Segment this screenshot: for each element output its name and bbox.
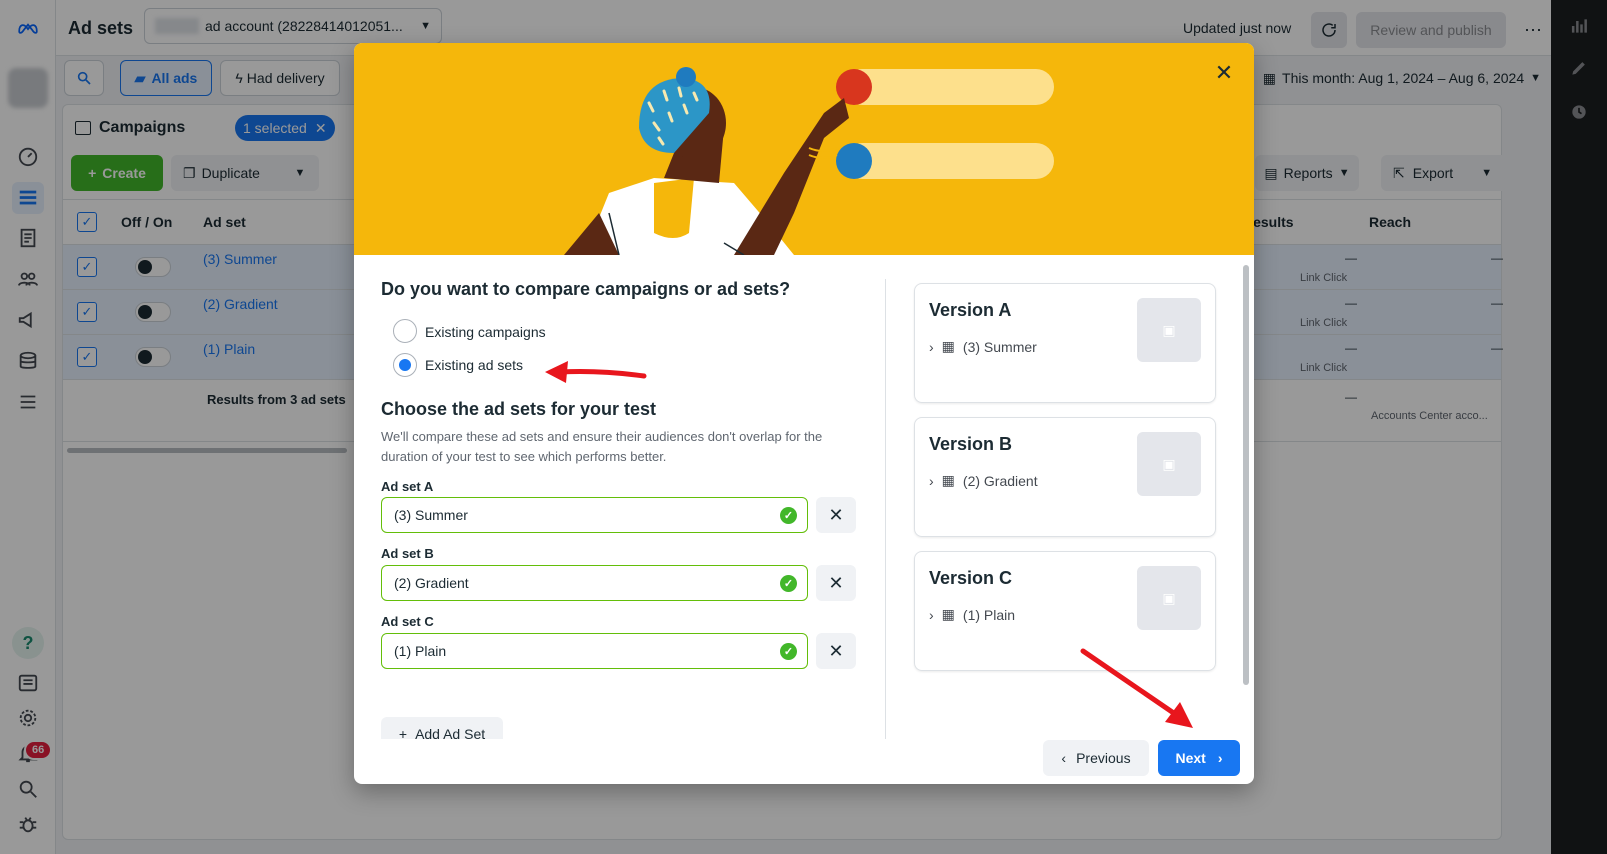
chevron-right-icon[interactable]: ›	[929, 339, 934, 355]
version-c-item-label: (1) Plain	[962, 606, 1016, 623]
chevron-right-icon[interactable]: ›	[929, 473, 934, 489]
existing-ad-sets-label[interactable]: Existing ad sets	[425, 357, 523, 373]
remove-ad-set-b-button[interactable]: ✕	[816, 565, 856, 601]
ad-set-b-field[interactable]: (2) Gradient ✓	[381, 565, 808, 601]
chevron-right-icon[interactable]: ›	[929, 607, 934, 623]
plus-icon: +	[398, 726, 408, 739]
version-b-item[interactable]: › ▦ (2) Gradient	[929, 472, 1038, 489]
comparison-illustration	[564, 67, 1054, 255]
version-c-card: Version C › ▦ (1) Plain ▣	[914, 551, 1216, 671]
section-divider	[885, 279, 886, 739]
chevron-left-icon: ‹	[1061, 750, 1067, 766]
close-modal-icon[interactable]: ✕	[1208, 57, 1240, 89]
radio-existing-campaigns[interactable]	[393, 319, 417, 343]
remove-ad-set-a-button[interactable]: ✕	[816, 497, 856, 533]
ab-test-modal: ✕ Do you want to compare campaigns or ad…	[354, 43, 1254, 784]
ad-set-c-label: Ad set C	[381, 614, 434, 629]
choose-ad-sets-heading: Choose the ad sets for your test	[381, 399, 657, 419]
version-a-item[interactable]: › ▦ (3) Summer	[929, 338, 1037, 355]
ad-set-a-value: (3) Summer	[394, 507, 468, 523]
ad-set-b-label: Ad set B	[381, 546, 434, 561]
ad-set-grid-icon: ▦	[941, 606, 955, 622]
image-placeholder-icon: ▣	[1137, 298, 1201, 362]
remove-ad-set-c-button[interactable]: ✕	[816, 633, 856, 669]
ad-set-a-field[interactable]: (3) Summer ✓	[381, 497, 808, 533]
version-b-card: Version B › ▦ (2) Gradient ▣	[914, 417, 1216, 537]
next-label: Next	[1175, 750, 1206, 766]
version-a-card: Version A › ▦ (3) Summer ▣	[914, 283, 1216, 403]
chevron-right-icon: ›	[1217, 750, 1223, 766]
ad-set-grid-icon: ▦	[941, 472, 955, 488]
test-setup-form: Do you want to compare campaigns or ad s…	[381, 279, 869, 739]
version-b-item-label: (2) Gradient	[962, 472, 1038, 489]
add-ad-set-button[interactable]: + Add Ad Set	[381, 717, 503, 739]
choose-ad-sets-description: We'll compare these ad sets and ensure t…	[381, 429, 823, 464]
ad-set-b-value: (2) Gradient	[394, 575, 469, 591]
modal-scrollbar[interactable]	[1243, 265, 1249, 685]
ad-set-c-value: (1) Plain	[394, 643, 447, 659]
previous-button[interactable]: ‹ Previous	[1043, 740, 1149, 776]
image-placeholder-icon: ▣	[1137, 432, 1201, 496]
image-placeholder-icon: ▣	[1137, 566, 1201, 630]
version-c-item[interactable]: › ▦ (1) Plain	[929, 606, 1015, 623]
add-ad-set-label: Add Ad Set	[415, 726, 486, 739]
valid-check-icon: ✓	[780, 575, 797, 592]
compare-question: Do you want to compare campaigns or ad s…	[381, 279, 791, 299]
ad-set-grid-icon: ▦	[941, 338, 955, 354]
previous-label: Previous	[1076, 750, 1131, 766]
valid-check-icon: ✓	[780, 643, 797, 660]
valid-check-icon: ✓	[780, 507, 797, 524]
ad-set-a-label: Ad set A	[381, 479, 434, 494]
ad-set-c-field[interactable]: (1) Plain ✓	[381, 633, 808, 669]
version-a-title: Version A	[929, 300, 1012, 320]
next-button[interactable]: Next ›	[1158, 740, 1240, 776]
version-c-title: Version C	[929, 568, 1013, 588]
hero-illustration	[354, 43, 1254, 255]
existing-campaigns-label[interactable]: Existing campaigns	[425, 324, 546, 340]
radio-existing-ad-sets[interactable]	[393, 353, 417, 377]
version-b-title: Version B	[929, 434, 1013, 454]
version-a-item-label: (3) Summer	[962, 338, 1037, 355]
